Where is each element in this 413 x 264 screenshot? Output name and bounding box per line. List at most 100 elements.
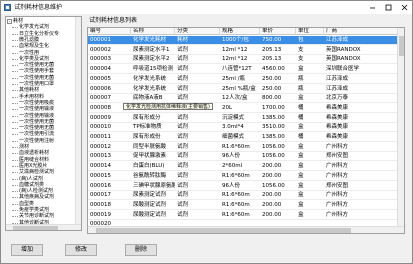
table-row[interactable]: 000016 三碘甲状腺原氨酸 试剂 96人份 1056.00 盒 郑州安图 <box>88 182 404 191</box>
maximize-button[interactable] <box>380 1 396 14</box>
tree-node[interactable]: 测材 <box>12 144 29 151</box>
column-header[interactable]: 单价 <box>260 28 296 35</box>
table-row[interactable]: 000013 促甲状腺激素 试剂 96人份 1056.00 盒 郑州安图 <box>88 152 404 162</box>
table-row[interactable]: 000018 尿酸测定试剂 试剂 R1:6*60m 200.00 盒 广州科方 <box>88 201 404 210</box>
table-row[interactable]: 000010 TP标准物质 试剂 3.0ml*4 3510.00 盒 希森美康 <box>88 123 404 133</box>
table-row[interactable]: 000017 尿素测定试剂 试剂 R1:6*60m 200.00 盒 广州科方 <box>88 191 404 201</box>
column-header[interactable]: 编号 <box>88 28 131 35</box>
tree-node[interactable]: 手术用材料 <box>12 94 44 101</box>
column-header[interactable]: 规格 <box>220 28 260 35</box>
tree-node[interactable]: 血常规及生化 <box>12 43 49 50</box>
column-header[interactable]: 名称 <box>131 28 175 35</box>
grid-horizontal-scrollbar[interactable] <box>88 226 404 233</box>
delete-button[interactable]: 删除 <box>125 244 157 256</box>
table-row[interactable]: 000006 化学发光系统 试剂 25ml %瓶/盒 250.00 瓶 江苏泽成 <box>88 85 404 94</box>
table-row[interactable]: 000019 尿酸测定试剂 试剂 R1:6*60m 200.00 盒 广州科方 <box>88 211 404 220</box>
tree-connector <box>12 96 18 98</box>
tree-horizontal-scrollbar[interactable] <box>6 224 81 230</box>
tree-node[interactable]: 关节用诊断试剂 <box>12 213 54 220</box>
tree-node[interactable]: 血糖试剂类 <box>12 182 44 189</box>
table-cell: 广州科方 <box>326 192 349 199</box>
tree-node-label: 化学类及试剂 <box>19 55 50 62</box>
table-cell: 广州科方 <box>326 201 349 208</box>
tree-node[interactable]: 其他耗材 <box>12 87 39 94</box>
tree-node[interactable]: 一次性使用输液 <box>12 113 54 120</box>
table-row[interactable]: 000002 尿素测定水平1 试剂 12ml *12 205.13 支 英国RANDOX <box>88 46 404 55</box>
table-cell: 希森美康 <box>326 124 349 131</box>
table-cell: 000005 <box>90 75 111 82</box>
tree-node-label: 血糖试剂类 <box>19 181 45 188</box>
tree-node[interactable]: 艾滋病检测试剂 <box>12 169 54 176</box>
tree-node[interactable]: 微孔滤膜 <box>12 37 39 44</box>
column-header[interactable]: 单位 <box>296 28 324 35</box>
table-row[interactable]: 000001 化学发光耗材 耗材 1000个/包 750.00 包 江苏泽成 <box>88 36 404 45</box>
table-cell: 试剂 <box>177 182 189 189</box>
table-row[interactable]: 000015 谷氨酰转肽酶 试剂 R1:6*60m 200.00 盒 广州科方 <box>88 172 404 181</box>
tree-node[interactable]: 一次性使用注射 <box>12 138 54 145</box>
minimize-button[interactable] <box>364 1 380 14</box>
table-cell: 郑州安图 <box>326 182 349 189</box>
add-button[interactable]: 增加 <box>11 244 43 256</box>
table-row[interactable]: 000004 呼吸道15项检测 试剂 八连管*12T 4560.00 盒 深圳联合医学 <box>88 65 404 75</box>
table-row[interactable]: 000012 同型半胱氨酸 试剂 R1:6*60m 1056.00 盒 广州科方 <box>88 143 404 152</box>
column-header[interactable]: 分类 <box>175 28 220 35</box>
tree-node[interactable]: 一次性使用无菌 <box>12 119 54 126</box>
tree-node[interactable]: 一次性使用口罩 <box>12 81 54 88</box>
tree-node-label: 一次性使用注射 <box>19 137 55 144</box>
grid-vscroll-thumb[interactable] <box>399 36 404 56</box>
table-cell: 000016 <box>90 182 111 189</box>
table-cell: 盒 <box>298 143 304 150</box>
table-row[interactable]: 000005 化学发光系统 试剂 25ml /瓶 250.00 瓶 江苏泽成 <box>88 75 404 84</box>
table-cell: 1056.00 <box>262 153 285 160</box>
tree-node[interactable]: 医用X光胶片 <box>12 163 47 170</box>
tree-node[interactable]: 一次性使用无菌 <box>12 125 54 132</box>
tree-scroll-thumb[interactable] <box>13 226 58 230</box>
table-row[interactable]: 000003 尿素测定水平2 试剂 12ml *12 205.13 支 英国RANDOX <box>88 55 404 65</box>
tree-node[interactable]: 一次性使用无菌 <box>12 75 54 82</box>
collapse-icon[interactable]: - <box>7 19 12 24</box>
table-cell: 200.00 <box>262 192 282 199</box>
tree-node[interactable]: 血型类 <box>12 201 34 208</box>
tree-node[interactable]: 化学类及试剂 <box>12 56 49 63</box>
table-cell: 750.00 <box>262 37 282 43</box>
item-grid[interactable]: 编号 名称 分类 规格 单价 单位 厂商 000001 化学发光耗材 耗材 1000个/包 750.… <box>87 27 405 234</box>
table-cell: 试剂 <box>177 85 189 92</box>
tree-node[interactable]: 医用缝合材料 <box>12 157 49 164</box>
tree-node[interactable]: 一次性使用引流 <box>12 131 54 138</box>
close-button[interactable] <box>396 1 412 14</box>
tree-node[interactable]: - 耗材 <box>7 18 23 25</box>
table-cell: 000013 <box>90 153 111 160</box>
tree-node[interactable]: 其他疾病及试剂 <box>12 194 54 201</box>
table-row[interactable]: 000011 尿有形成份 试剂 细菌模式 1385.00 桶 希森美康 <box>88 133 404 142</box>
tree-node[interactable]: 免疫学类试剂 <box>12 207 49 214</box>
table-cell: 尿酸测定试剂 <box>133 211 167 218</box>
edit-button[interactable]: 修改 <box>65 244 97 256</box>
grid-hscroll-thumb[interactable] <box>96 228 351 233</box>
tree-node[interactable]: 一次性使用无菌 <box>12 62 54 69</box>
tree-node[interactable]: 日立生化分析仪专 <box>12 31 59 38</box>
tree-node[interactable]: 一次性使用输液 <box>12 106 54 113</box>
table-cell: 000011 <box>90 134 111 140</box>
tree-connector <box>12 77 18 79</box>
grid-vertical-scrollbar[interactable] <box>397 28 404 233</box>
table-row[interactable]: 000007 底物液A液B 试剂 12人次/盒 800.00 盒 北京万泰 <box>88 94 404 104</box>
tree-node[interactable]: 一次性使用手套 <box>12 68 54 75</box>
tree-node[interactable]: 化学发光试剂 <box>12 24 49 31</box>
column-header[interactable]: 厂商 <box>324 28 399 35</box>
table-row[interactable]: 000014 白蛋白(BLU) 试剂 2*60ml 200.00 盒 广州科方 <box>88 162 404 172</box>
table-cell: 试剂 <box>177 163 189 170</box>
tree-node[interactable]: 血液透析耗材 <box>12 150 49 157</box>
table-cell: 96人份 <box>222 153 240 160</box>
tree-node[interactable]: 一次性用 <box>12 50 39 57</box>
table-cell: 000018 <box>90 201 111 208</box>
table-cell: 盒 <box>298 211 304 218</box>
tree-node[interactable]: 一次性使用吸痰 <box>12 100 54 107</box>
tree-node[interactable]: (病)人试剂 <box>12 176 43 183</box>
category-tree[interactable]: 其他诊断试剂 关节用诊断试剂 免疫学类试剂 血型类 其他疾病及试剂 (病)人检测试剂 血糖试… <box>5 16 82 231</box>
table-row[interactable]: 000009 尿有形成分 试剂 沉淀模式 1385.00 桶 希森美康 <box>88 114 404 123</box>
table-cell: 尿有形成份 <box>133 134 161 140</box>
tree-connector <box>12 184 18 186</box>
tree-node[interactable]: (病)人检测试剂 <box>12 188 53 195</box>
tree-connector <box>12 52 18 54</box>
tree-vertical-scrollbar[interactable] <box>75 17 81 230</box>
